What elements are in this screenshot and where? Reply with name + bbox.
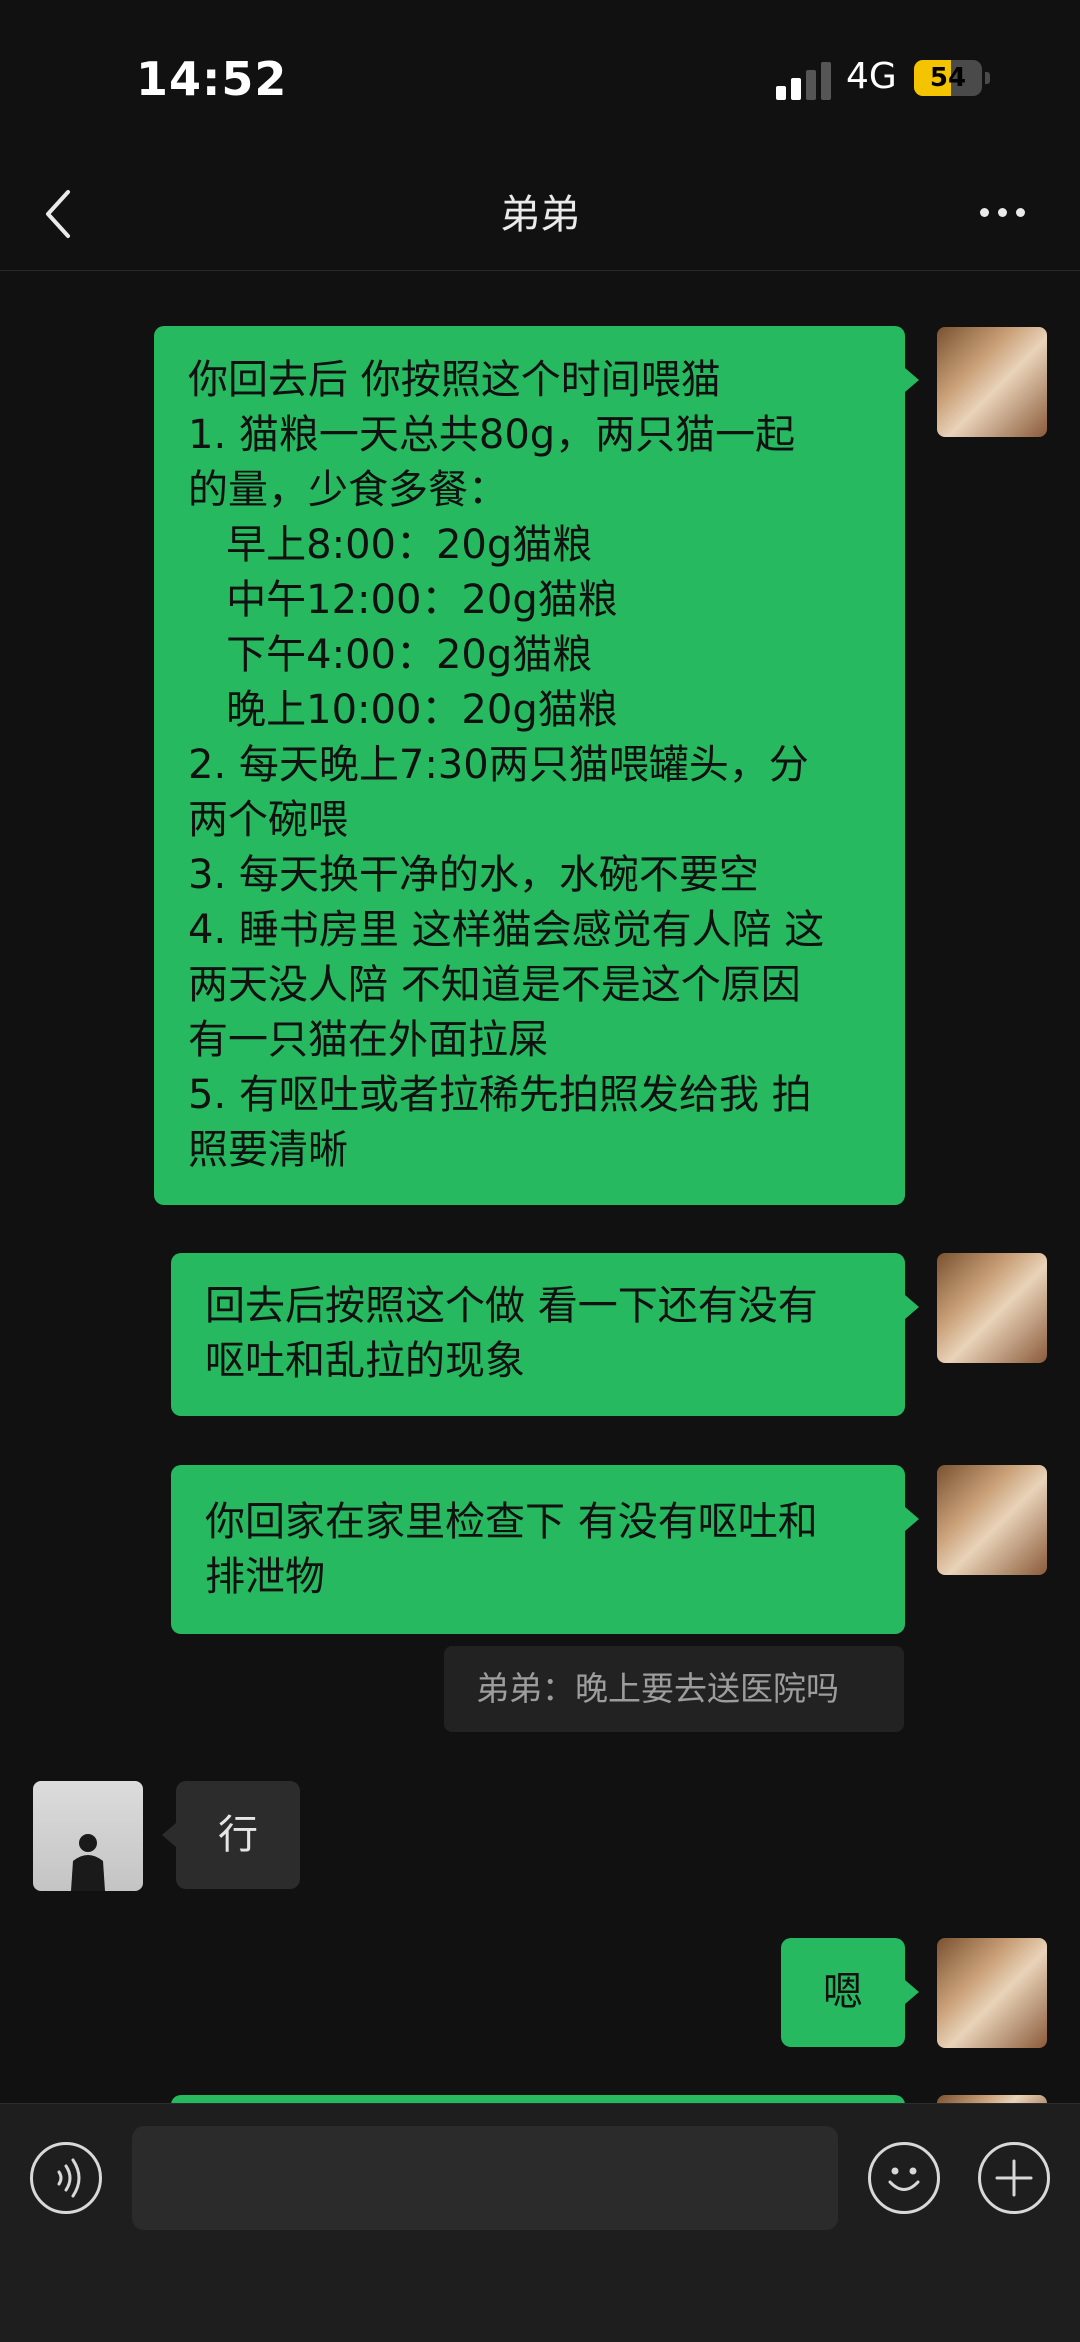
message-line: 的量，少食多餐： <box>188 467 508 513</box>
message-line: 3. 每天换干净的水，水碗不要空 <box>188 852 759 898</box>
message-line: 照要清晰 <box>188 1127 348 1173</box>
voice-icon <box>57 2158 81 2198</box>
more-icon-dot <box>998 208 1007 217</box>
battery-cap <box>985 72 990 84</box>
bubble-tail <box>905 1980 919 2004</box>
message-line: 中午12:00：20g猫粮 <box>188 577 618 623</box>
contact-avatar[interactable] <box>33 1781 143 1891</box>
quoted-message[interactable]: 弟弟：晚上要去送医院吗 <box>444 1646 904 1732</box>
message-line: 你回去后 你按照这个时间喂猫 <box>188 357 721 403</box>
input-bar <box>0 2103 1080 2342</box>
emoji-button[interactable] <box>868 2142 940 2214</box>
bubble-tail <box>162 1823 176 1847</box>
message-line: 你回家在家里检查下 有没有呕吐和 <box>205 1499 818 1545</box>
more-button[interactable] <box>980 208 1030 220</box>
bubble-tail <box>905 1507 919 1531</box>
message-text: 嗯 <box>823 1969 863 2015</box>
message-line: 5. 有呕吐或者拉稀先拍照发给我 拍 <box>188 1072 812 1118</box>
more-icon-dot <box>1016 208 1025 217</box>
more-icon-dot <box>980 208 989 217</box>
network-type: 4G <box>846 56 897 97</box>
message-bubble-sent[interactable]: 你回去后 你按照这个时间喂猫 1. 猫粮一天总共80g，两只猫一起 的量，少食多… <box>154 326 919 1205</box>
message-line: 晚上10:00：20g猫粮 <box>188 687 618 733</box>
status-bar: 14:52 4G 54 <box>0 0 1080 160</box>
message-bubble-sent[interactable]: 你回家在家里检查下 有没有呕吐和 排泄物 <box>171 1465 919 1634</box>
message-line: 有一只猫在外面拉屎 <box>188 1017 548 1063</box>
message-line: 排泄物 <box>205 1554 325 1600</box>
chat-header: 弟弟 <box>0 160 1080 271</box>
message-text: 行 <box>218 1812 258 1858</box>
message-line: 4. 睡书房里 这样猫会感觉有人陪 这 <box>188 907 825 953</box>
message-bubble-sent[interactable]: 嗯 <box>781 1938 919 2047</box>
message-line: 两个碗喂 <box>188 797 348 843</box>
my-avatar[interactable] <box>937 1465 1047 1575</box>
voice-button[interactable] <box>30 2142 102 2214</box>
my-avatar[interactable] <box>937 327 1047 437</box>
message-input[interactable] <box>132 2126 838 2230</box>
message-line: 下午4:00：20g猫粮 <box>188 632 593 678</box>
signal-icon <box>776 62 832 100</box>
my-avatar[interactable] <box>937 1938 1047 2048</box>
plus-button[interactable] <box>978 2142 1050 2214</box>
bubble-tail <box>905 1295 919 1319</box>
avatar-person-silhouette <box>71 1834 105 1891</box>
message-line: 呕吐和乱拉的现象 <box>205 1338 525 1384</box>
plus-icon <box>995 2159 1033 2197</box>
message-line: 2. 每天晚上7:30两只猫喂罐头，分 <box>188 742 809 788</box>
my-avatar[interactable] <box>937 1253 1047 1363</box>
status-time: 14:52 <box>136 52 288 106</box>
chat-title: 弟弟 <box>500 192 580 238</box>
emoji-icon <box>888 2167 920 2191</box>
battery-percent: 54 <box>929 63 967 93</box>
message-bubble-sent[interactable]: 回去后按照这个做 看一下还有没有 呕吐和乱拉的现象 <box>171 1253 919 1416</box>
battery-icon: 54 <box>914 60 982 96</box>
bubble-tail <box>905 368 919 392</box>
message-line: 1. 猫粮一天总共80g，两只猫一起 <box>188 412 796 458</box>
message-bubble-received[interactable]: 行 <box>162 1781 300 1889</box>
message-line: 回去后按照这个做 看一下还有没有 <box>205 1283 818 1329</box>
message-line: 两天没人陪 不知道是不是这个原因 <box>188 962 801 1008</box>
message-line: 早上8:00：20g猫粮 <box>188 522 593 568</box>
